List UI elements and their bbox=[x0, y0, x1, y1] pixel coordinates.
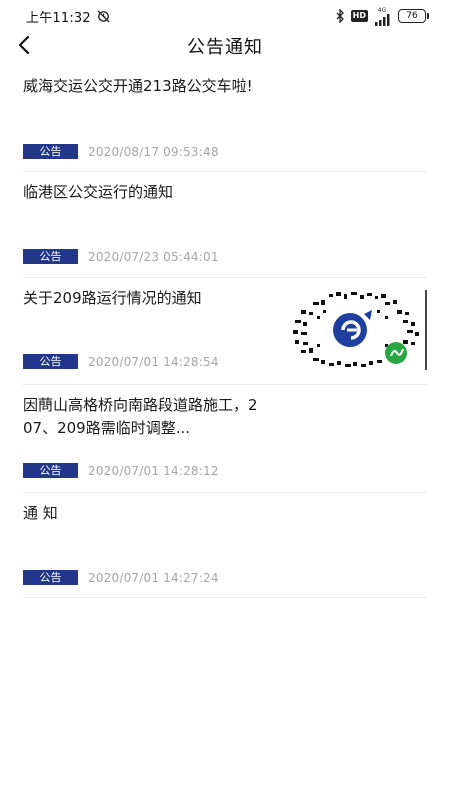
notice-item[interactable]: 临港区公交运行的通知 公告 2020/07/23 05:44:01 bbox=[23, 172, 427, 278]
notice-item[interactable]: 因蔄山高格桥向南路段道路施工，207、209路需临时调整... 公告 2020/… bbox=[23, 385, 427, 493]
battery-icon: 76 bbox=[398, 9, 429, 23]
notice-tag: 公告 bbox=[23, 249, 78, 264]
alarm-off-icon bbox=[97, 10, 110, 23]
notice-date: 2020/07/01 14:28:12 bbox=[88, 463, 219, 478]
notice-date: 2020/07/01 14:27:24 bbox=[88, 570, 219, 585]
notice-date: 2020/07/01 14:28:54 bbox=[88, 354, 219, 369]
notice-meta: 公告 2020/07/01 14:27:24 bbox=[23, 570, 219, 585]
notice-thumbnail bbox=[273, 290, 427, 370]
mini-program-qr-code-icon bbox=[293, 292, 419, 367]
battery-level: 76 bbox=[406, 11, 418, 21]
notice-title: 关于209路运行情况的通知 bbox=[23, 289, 202, 307]
notice-title: 临港区公交运行的通知 bbox=[23, 183, 174, 201]
notice-meta: 公告 2020/07/01 14:28:54 bbox=[23, 354, 219, 369]
signal-bars-icon bbox=[375, 13, 390, 26]
app-header: 公告通知 bbox=[0, 28, 450, 64]
network-type-label: 4G bbox=[377, 6, 387, 14]
notice-item[interactable]: 关于209路运行情况的通知 公告 2020/07/01 14:28:54 bbox=[23, 278, 427, 385]
notice-meta: 公告 2020/08/17 09:53:48 bbox=[23, 144, 219, 159]
notice-list: 威海交运公交开通213路公交车啦! 公告 2020/08/17 09:53:48… bbox=[23, 67, 427, 598]
notice-meta: 公告 2020/07/01 14:28:12 bbox=[23, 463, 219, 478]
notice-date: 2020/08/17 09:53:48 bbox=[88, 144, 219, 159]
page-title: 公告通知 bbox=[187, 37, 263, 58]
status-time: 上午11:32 bbox=[26, 11, 91, 26]
notice-date: 2020/07/23 05:44:01 bbox=[88, 249, 219, 264]
notice-title: 因蔄山高格桥向南路段道路施工，207、209路需临时调整... bbox=[23, 396, 258, 437]
notice-tag: 公告 bbox=[23, 570, 78, 585]
thumbnail-edge bbox=[425, 290, 427, 370]
notice-tag: 公告 bbox=[23, 463, 78, 478]
notice-tag: 公告 bbox=[23, 354, 78, 369]
notice-tag: 公告 bbox=[23, 144, 78, 159]
bluetooth-icon bbox=[336, 9, 344, 23]
hd-voice-icon: HD bbox=[350, 10, 368, 22]
status-indicators: HD 4G 76 bbox=[335, 7, 429, 26]
cellular-signal: 4G bbox=[374, 7, 390, 26]
notice-title: 威海交运公交开通213路公交车啦! bbox=[23, 77, 253, 95]
notice-meta: 公告 2020/07/23 05:44:01 bbox=[23, 249, 219, 264]
notice-item[interactable]: 威海交运公交开通213路公交车啦! 公告 2020/08/17 09:53:48 bbox=[23, 67, 427, 172]
notice-item[interactable]: 通 知 公告 2020/07/01 14:27:24 bbox=[23, 493, 427, 598]
notice-title: 通 知 bbox=[23, 504, 58, 522]
